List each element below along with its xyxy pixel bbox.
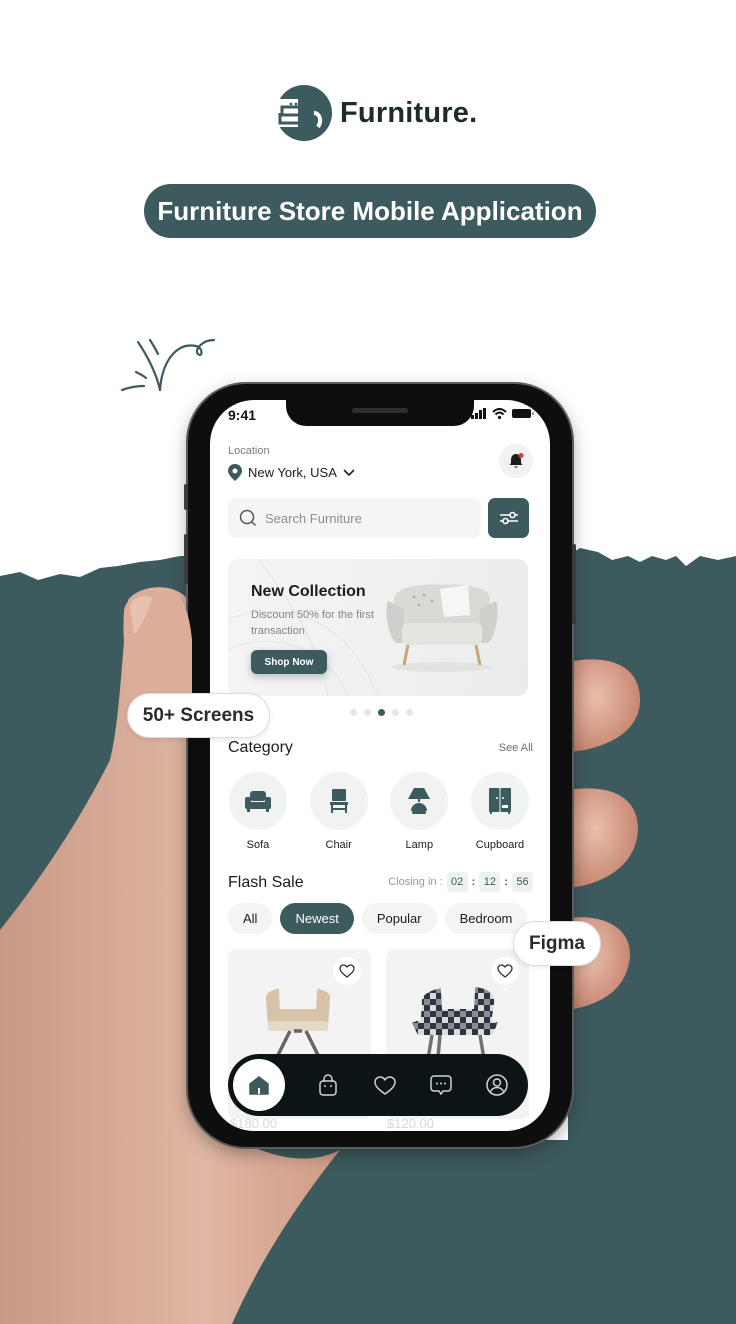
beige-chair-image xyxy=(265,975,331,1059)
carousel-dot[interactable] xyxy=(350,709,357,716)
carousel-dot[interactable] xyxy=(392,709,399,716)
chair-icon xyxy=(329,789,348,813)
cupboard-icon xyxy=(488,788,511,814)
see-all-link[interactable]: See All xyxy=(499,742,533,754)
lamp-icon xyxy=(408,788,431,814)
nav-cart[interactable] xyxy=(315,1072,341,1098)
category-list: Sofa Chair Lamp Cupboard xyxy=(228,772,530,851)
chip-newest[interactable]: Newest xyxy=(280,903,354,934)
nav-home[interactable] xyxy=(233,1059,285,1111)
category-label: Chair xyxy=(325,839,352,851)
filter-sliders-icon xyxy=(499,511,518,525)
heart-icon xyxy=(373,1075,396,1095)
category-label: Sofa xyxy=(246,839,270,851)
notch xyxy=(286,400,474,426)
armchair-image xyxy=(386,584,498,672)
carousel-dot[interactable] xyxy=(406,709,413,716)
countdown-timer: Closing in : 02 : 12 : 56 xyxy=(388,872,533,892)
armchair-logo-icon xyxy=(276,85,332,141)
chip-popular[interactable]: Popular xyxy=(361,903,437,934)
phone-power-button xyxy=(572,544,576,624)
flash-sale-title: Flash Sale xyxy=(228,874,304,891)
status-icons xyxy=(471,408,534,419)
product-price: $120.00 xyxy=(387,1116,434,1131)
bag-icon xyxy=(319,1074,337,1096)
plaid-chair-image xyxy=(412,975,498,1059)
nav-profile[interactable] xyxy=(484,1072,510,1098)
brand-name: Furniture. xyxy=(340,96,478,129)
figma-badge: Figma xyxy=(513,921,601,966)
speaker xyxy=(352,408,408,413)
profile-icon xyxy=(486,1074,508,1096)
category-sofa[interactable]: Sofa xyxy=(228,772,288,851)
search-icon xyxy=(239,509,257,527)
battery-icon xyxy=(512,409,534,418)
search-input[interactable]: Search Furniture xyxy=(228,498,481,538)
chip-all[interactable]: All xyxy=(228,903,273,934)
product-price: $180.00 xyxy=(230,1116,277,1131)
sofa-icon xyxy=(245,791,271,812)
status-time: 9:41 xyxy=(228,407,257,423)
filter-button[interactable] xyxy=(488,498,529,538)
banner-subtitle: Discount 50% for the first transaction xyxy=(251,609,374,637)
phone-side-button xyxy=(184,484,188,510)
category-label: Cupboard xyxy=(475,839,525,851)
phone-mockup: 9:41 Location New York, USA Search Furni… xyxy=(184,384,576,1147)
filter-chips: All Newest Popular Bedroom xyxy=(228,903,528,934)
screens-count-badge: 50+ Screens xyxy=(127,693,270,738)
carousel-dots xyxy=(350,709,413,716)
chat-icon xyxy=(430,1075,452,1096)
bottom-nav xyxy=(228,1054,528,1116)
chevron-down-icon xyxy=(343,468,355,476)
signal-icon xyxy=(471,408,486,419)
promo-banner[interactable]: New Collection Discount 50% for the firs… xyxy=(228,559,528,696)
nav-wishlist[interactable] xyxy=(372,1072,398,1098)
location-value: New York, USA xyxy=(248,465,337,480)
carousel-dot[interactable] xyxy=(364,709,371,716)
brand-header: Furniture. xyxy=(276,85,477,141)
countdown-minutes: 12 xyxy=(479,872,501,892)
closing-label: Closing in : xyxy=(388,876,443,888)
countdown-hours: 02 xyxy=(446,872,468,892)
home-icon xyxy=(249,1075,269,1095)
doodle-decoration xyxy=(120,338,216,392)
wifi-icon xyxy=(492,408,507,419)
carousel-dot-active[interactable] xyxy=(378,709,385,716)
chip-bedroom[interactable]: Bedroom xyxy=(444,903,528,934)
category-title: Category xyxy=(228,739,293,756)
category-cupboard[interactable]: Cupboard xyxy=(470,772,530,851)
tagline-pill: Furniture Store Mobile Application xyxy=(144,184,596,238)
location-selector[interactable]: New York, USA xyxy=(228,464,355,481)
bell-icon xyxy=(509,453,524,468)
category-chair[interactable]: Chair xyxy=(309,772,369,851)
shop-now-button[interactable]: Shop Now xyxy=(251,650,327,674)
category-label: Lamp xyxy=(405,839,434,851)
nav-messages[interactable] xyxy=(428,1072,454,1098)
search-placeholder: Search Furniture xyxy=(265,510,362,526)
app-screen: 9:41 Location New York, USA Search Furni… xyxy=(210,400,550,1131)
map-pin-icon xyxy=(228,464,242,481)
countdown-seconds: 56 xyxy=(512,872,533,892)
colon: : xyxy=(471,876,476,888)
phone-volume-up xyxy=(184,534,188,584)
notification-button[interactable] xyxy=(499,444,533,478)
banner-title: New Collection xyxy=(251,583,366,600)
colon: : xyxy=(504,876,508,888)
location-label: Location xyxy=(228,445,270,457)
category-lamp[interactable]: Lamp xyxy=(389,772,449,851)
